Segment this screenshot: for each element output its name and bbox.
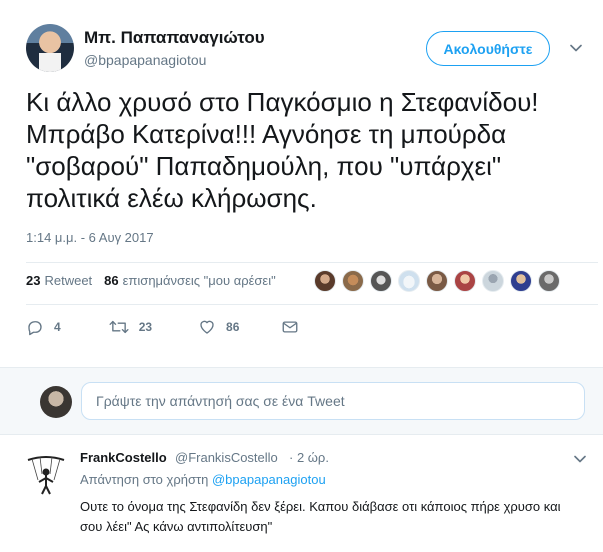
reply-tweet[interactable]: FrankCostello @FrankisCostello · 2 ώρ. Α… <box>0 436 603 552</box>
direct-message-action[interactable] <box>281 318 309 336</box>
message-icon <box>282 321 298 333</box>
follow-button[interactable]: Ακολουθήστε <box>426 31 550 66</box>
liker-avatars <box>314 270 566 292</box>
retweet-stat[interactable]: 23 Retweet <box>26 273 92 288</box>
retweet-label: Retweet <box>44 273 93 288</box>
reply-input[interactable]: Γράψτε την απάντησή σας σε ένα Tweet <box>81 382 585 420</box>
retweet-action-count: 23 <box>138 320 153 334</box>
current-user-avatar[interactable] <box>40 386 72 418</box>
chevron-down-icon[interactable] <box>570 42 582 54</box>
divider <box>26 304 598 305</box>
reply-author-name[interactable]: FrankCostello <box>80 450 167 465</box>
liker-avatar[interactable] <box>538 270 560 292</box>
liker-avatar[interactable] <box>426 270 448 292</box>
reply-count: 4 <box>54 320 61 334</box>
chevron-down-icon[interactable] <box>574 453 586 465</box>
tweet-card: Μπ. Παπαπαναγιώτου @bpapapanagiotou Ακολ… <box>0 0 603 367</box>
tweet-timestamp[interactable]: 1:14 μ.μ. - 6 Αυγ 2017 <box>26 230 154 245</box>
liker-avatar[interactable] <box>510 270 532 292</box>
author-handle[interactable]: @bpapapanagiotou <box>84 52 206 68</box>
liker-avatar[interactable] <box>454 270 476 292</box>
like-action-count: 86 <box>226 320 240 334</box>
likes-count: 86 <box>104 273 119 288</box>
reply-text: Ουτε το όνομα της Στεφανίδη δεν ξέρει. Κ… <box>80 499 561 534</box>
marionette-avatar-image <box>22 450 70 498</box>
liker-avatar[interactable] <box>370 270 392 292</box>
reply-time[interactable]: · 2 ώρ. <box>289 450 329 465</box>
divider <box>26 262 598 263</box>
liker-avatar[interactable] <box>342 270 364 292</box>
reply-author-avatar[interactable] <box>22 450 70 498</box>
tweet-text: Κι άλλο χρυσό στο Παγκόσμιο η Στεφανίδου… <box>26 87 539 213</box>
likes-label: επισημάνσεις "μου αρέσει" <box>122 273 276 288</box>
reply-composer: Γράψτε την απάντησή σας σε ένα Tweet <box>0 367 603 435</box>
liker-avatar[interactable] <box>482 270 504 292</box>
retweet-action[interactable]: 23 <box>109 318 152 336</box>
retweet-icon <box>109 320 129 334</box>
reply-author-handle[interactable]: @FrankisCostello <box>175 450 278 465</box>
author-display-name[interactable]: Μπ. Παπαπαναγιώτου <box>84 28 265 48</box>
liker-avatar[interactable] <box>398 270 420 292</box>
reply-action[interactable]: 4 <box>26 318 61 336</box>
likes-stat[interactable]: 86 επισημάνσεις "μου αρέσει" <box>104 273 276 288</box>
author-avatar[interactable] <box>26 24 74 72</box>
replying-to-handle[interactable]: @bpapapanagiotou <box>212 472 326 487</box>
tweet-stats: 23 Retweet 86 επισημάνσεις "μου αρέσει" <box>26 273 288 288</box>
replying-to-prefix: Απάντηση στο χρήστη <box>80 472 209 487</box>
reply-icon <box>28 321 42 336</box>
retweet-count: 23 <box>26 273 41 288</box>
tweet-actions: 4 23 86 <box>26 318 333 336</box>
replying-to: Απάντηση στο χρήστη @bpapapanagiotou <box>80 472 326 487</box>
heart-icon <box>200 320 214 334</box>
like-action[interactable]: 86 <box>198 318 239 336</box>
liker-avatar[interactable] <box>314 270 336 292</box>
